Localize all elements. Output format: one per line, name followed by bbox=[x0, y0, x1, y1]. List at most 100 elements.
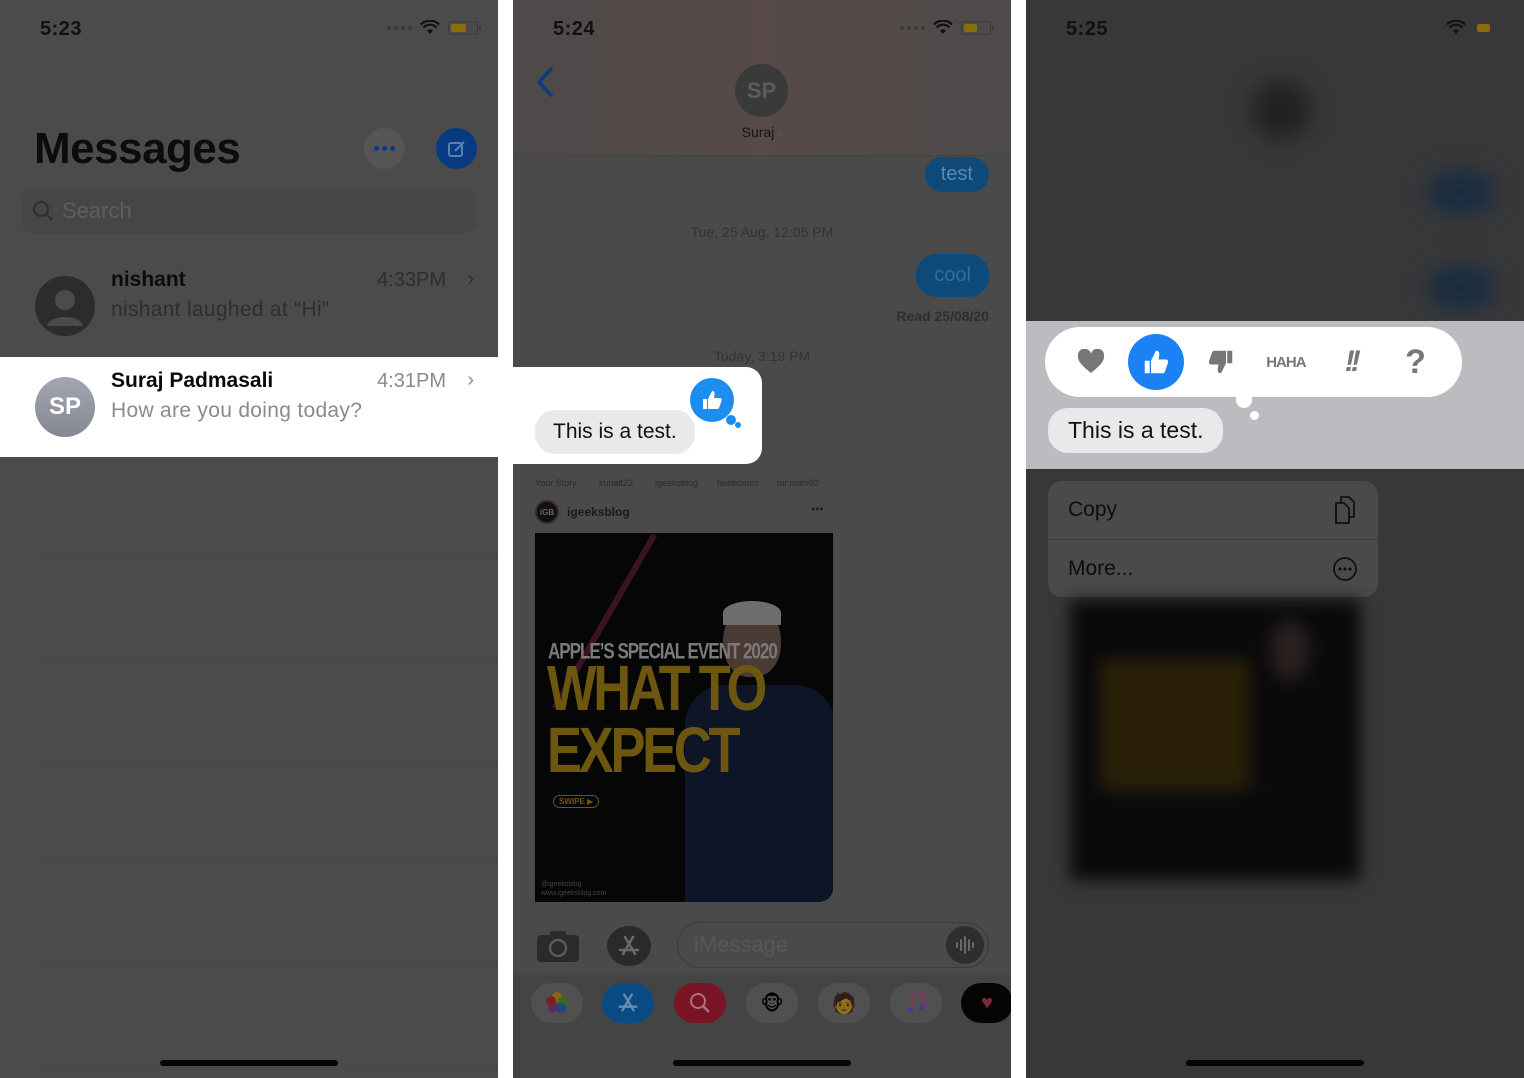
row-separator bbox=[40, 964, 498, 965]
post-credit: @igeeksblog www.igeeksblog.com bbox=[541, 881, 607, 897]
app-store-button[interactable] bbox=[607, 926, 651, 966]
blurred-bubble bbox=[1426, 265, 1496, 310]
audio-message-button[interactable] bbox=[946, 926, 984, 964]
avatar bbox=[35, 276, 95, 336]
memoji-icon: 🧑 bbox=[831, 992, 857, 1015]
highlighted-message-card: This is a test. bbox=[513, 367, 762, 464]
thumbs-up-icon bbox=[1144, 350, 1169, 374]
story-label: igeeksblog bbox=[655, 478, 699, 488]
contact-name-button[interactable]: Suraj › bbox=[513, 124, 1011, 140]
chevron-left-icon bbox=[536, 67, 553, 97]
search-input[interactable] bbox=[62, 198, 442, 224]
conversation-row[interactable]: nishant nishant laughed at “Hi” 4:33PM › bbox=[0, 256, 498, 356]
context-menu-copy[interactable]: Copy bbox=[1048, 481, 1378, 539]
web-search-app-button[interactable] bbox=[674, 983, 726, 1023]
app-store-icon bbox=[618, 993, 638, 1012]
camera-button[interactable] bbox=[537, 930, 579, 962]
message-time: 4:31PM bbox=[377, 370, 446, 392]
message-input[interactable] bbox=[694, 932, 924, 958]
message-time: 4:33PM bbox=[377, 269, 446, 291]
status-time: 5:25 bbox=[1066, 18, 1109, 40]
row-separator bbox=[40, 558, 498, 559]
status-icons bbox=[900, 20, 994, 35]
web-search-icon bbox=[690, 993, 710, 1013]
person-icon bbox=[47, 290, 83, 326]
imessage-field[interactable] bbox=[677, 922, 989, 968]
animoji-app-button[interactable]: 🐵 bbox=[746, 983, 798, 1023]
message-preview: nishant laughed at “Hi” bbox=[111, 298, 330, 321]
memoji-app-button[interactable]: 🧑 bbox=[818, 983, 870, 1023]
tapback-picker: HA HA !! ? bbox=[1045, 327, 1462, 397]
waveform-icon bbox=[956, 936, 974, 954]
battery-icon bbox=[448, 20, 481, 35]
context-menu: Copy More... bbox=[1048, 481, 1378, 597]
search-bar[interactable] bbox=[22, 189, 476, 233]
outgoing-message[interactable]: cool bbox=[916, 254, 989, 297]
message-composer bbox=[513, 920, 1011, 974]
tapback-thumbs-up[interactable] bbox=[1124, 334, 1189, 390]
tapback-heart[interactable] bbox=[1059, 334, 1124, 390]
ellipsis-circle-icon bbox=[1333, 557, 1357, 581]
tapback-exclamation[interactable]: !! bbox=[1318, 334, 1383, 390]
digital-touch-icon: ♥ bbox=[981, 991, 993, 1014]
shared-post-image[interactable]: APPLE’S SPECIAL EVENT 2020 WHAT TO EXPEC… bbox=[535, 533, 833, 902]
tapback-haha[interactable]: HA HA bbox=[1253, 334, 1318, 390]
story-label: Your Story bbox=[535, 478, 577, 488]
tapback-picker-screen: 5:25 HA HA !! ? This is a test. Copy Mor… bbox=[1026, 0, 1524, 1078]
tapback-question[interactable]: ? bbox=[1383, 334, 1448, 390]
post-more-button[interactable]: ••• bbox=[811, 502, 824, 516]
picker-tail-dot bbox=[1236, 392, 1252, 408]
messages-list-screen: 5:23 Messages nishant nishant laughed at… bbox=[0, 0, 498, 1078]
story-label: kunalt22 bbox=[599, 478, 634, 488]
menu-item-label: Copy bbox=[1068, 498, 1118, 521]
avatar: SP bbox=[35, 377, 95, 437]
music-icon bbox=[907, 991, 926, 1013]
compose-icon bbox=[447, 140, 465, 157]
home-indicator[interactable] bbox=[160, 1060, 338, 1066]
row-separator bbox=[40, 761, 498, 762]
incoming-message[interactable]: This is a test. bbox=[535, 410, 695, 454]
menu-item-label: More... bbox=[1068, 557, 1134, 580]
cellular-signal-icon bbox=[900, 25, 925, 30]
app-store-app-button[interactable] bbox=[602, 983, 654, 1023]
question-mark-icon: ? bbox=[1405, 342, 1426, 381]
thumbs-up-icon bbox=[703, 391, 722, 409]
tapback-thumbs-down[interactable] bbox=[1189, 334, 1254, 390]
wifi-icon bbox=[1446, 20, 1466, 34]
thumbs-down-icon bbox=[1208, 350, 1233, 374]
cellular-signal-icon bbox=[1413, 25, 1438, 30]
home-indicator[interactable] bbox=[673, 1060, 851, 1066]
conversation-screen: 5:24 SP Suraj › test Tue, 25 Aug, 12:05 P… bbox=[513, 0, 1011, 1078]
shared-post-header: iGB igeeksblog bbox=[535, 500, 630, 524]
page-title: Messages bbox=[34, 124, 241, 173]
animoji-monkey-icon: 🐵 bbox=[760, 992, 784, 1015]
app-store-icon bbox=[618, 935, 640, 956]
post-username: igeeksblog bbox=[567, 505, 630, 519]
haha-icon: HA HA bbox=[1266, 353, 1306, 371]
message-timestamp: Today, 3:19 PM bbox=[713, 348, 811, 364]
back-button[interactable] bbox=[535, 66, 555, 107]
conversation-row-highlighted[interactable]: SP Suraj Padmasali How are you doing tod… bbox=[0, 357, 498, 457]
outgoing-message[interactable]: test bbox=[924, 157, 989, 192]
story-label: mr.mahi92 bbox=[777, 478, 820, 488]
message-timestamp: Tue, 25 Aug, 12:05 PM bbox=[690, 224, 834, 240]
music-app-button[interactable] bbox=[890, 983, 942, 1023]
context-menu-more[interactable]: More... bbox=[1048, 540, 1378, 597]
photos-app-button[interactable] bbox=[531, 983, 583, 1023]
digital-touch-app-button[interactable]: ♥ bbox=[961, 983, 1011, 1023]
more-options-button[interactable] bbox=[364, 128, 405, 169]
battery-icon bbox=[961, 20, 994, 35]
heart-icon bbox=[1078, 349, 1105, 373]
status-time: 5:24 bbox=[553, 18, 596, 40]
selected-message[interactable]: This is a test. bbox=[1048, 408, 1224, 453]
cellular-signal-icon bbox=[387, 25, 412, 30]
contact-avatar[interactable]: SP bbox=[735, 64, 788, 117]
status-icons bbox=[1413, 20, 1507, 35]
row-separator bbox=[40, 862, 498, 863]
igeeksblog-logo: iGB bbox=[535, 500, 559, 524]
compose-button[interactable] bbox=[436, 128, 477, 169]
story-label: beebomco bbox=[717, 478, 760, 488]
home-indicator[interactable] bbox=[1186, 1060, 1364, 1066]
contact-name: nishant bbox=[111, 268, 186, 291]
wifi-icon bbox=[420, 20, 440, 34]
